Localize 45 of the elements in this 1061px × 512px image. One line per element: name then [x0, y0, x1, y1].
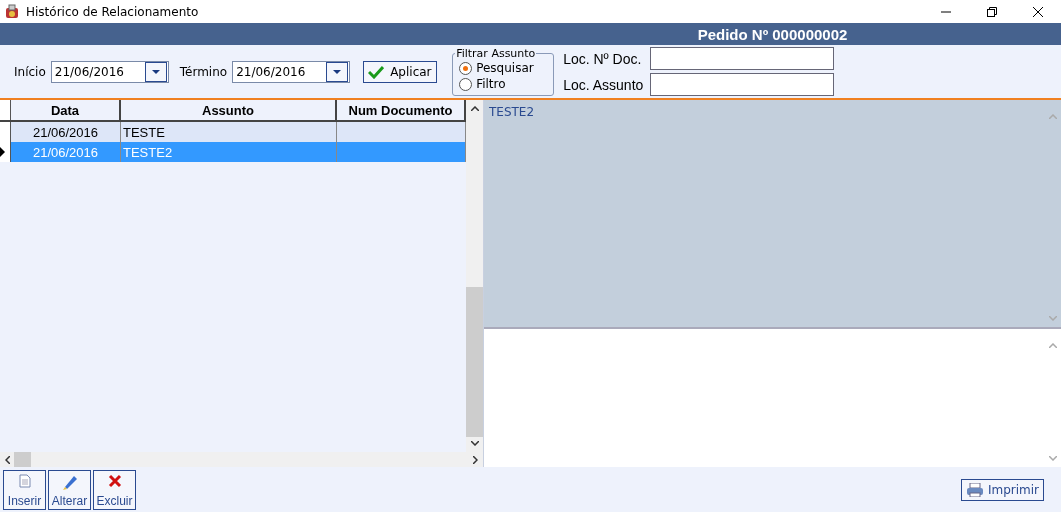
horizontal-scrollbar[interactable] [0, 452, 483, 467]
end-date-field[interactable]: 21/06/2016 [232, 60, 351, 83]
row-pointer-icon [0, 147, 5, 157]
start-label: Início [14, 64, 46, 79]
scroll-left-icon[interactable] [5, 455, 10, 464]
app-icon [4, 3, 20, 20]
table-cell: TESTE2 [121, 142, 337, 162]
toolbar-button[interactable]: Excluir [93, 469, 136, 510]
scroll-down-icon[interactable] [470, 441, 479, 446]
column-header[interactable]: Data [11, 100, 121, 120]
end-label: Término [179, 64, 228, 79]
scroll-thumb[interactable] [466, 287, 483, 437]
search-field[interactable] [650, 47, 835, 70]
toolbar-button[interactable]: Inserir [3, 469, 46, 510]
pen-icon [61, 473, 78, 490]
detail-text: TESTE2 [488, 104, 536, 121]
document-icon [18, 473, 31, 488]
start-date-field[interactable]: 21/06/2016 [50, 60, 169, 83]
window-title: Histórico de Relacionamento [26, 4, 199, 19]
printer-icon [965, 482, 984, 497]
radio-option[interactable]: Pesquisar [459, 60, 550, 76]
scroll-right-icon[interactable] [473, 455, 478, 464]
delete-icon [107, 473, 122, 488]
apply-button[interactable]: Aplicar [363, 60, 438, 83]
toolbar-button[interactable]: Alterar [48, 469, 91, 510]
vertical-scrollbar[interactable] [466, 100, 483, 452]
close-icon[interactable] [1033, 6, 1043, 17]
column-header[interactable]: Assunto [121, 100, 337, 120]
group-legend: Filtrar Assunto [455, 47, 537, 60]
scroll-up-icon[interactable] [470, 106, 479, 111]
dropdown-icon [333, 69, 342, 74]
print-button[interactable]: Imprimir [960, 478, 1044, 501]
checkmark-icon [368, 64, 385, 79]
scroll-thumb[interactable] [14, 452, 31, 467]
dropdown-icon [151, 69, 160, 74]
search-field[interactable] [650, 73, 835, 96]
restore-icon[interactable] [987, 6, 997, 17]
search-label: Loc. Nº Doc. [563, 50, 643, 67]
table-row[interactable]: 21/06/2016 TESTE [0, 122, 466, 142]
table-cell: 21/06/2016 [11, 142, 121, 162]
search-label: Loc. Assunto [563, 76, 645, 93]
order-title: Pedido Nº 000000002 [696, 25, 849, 43]
radio-option[interactable]: Filtro [459, 76, 550, 92]
row-indicator-cell [0, 100, 11, 120]
row-indicator-cell [0, 122, 11, 142]
